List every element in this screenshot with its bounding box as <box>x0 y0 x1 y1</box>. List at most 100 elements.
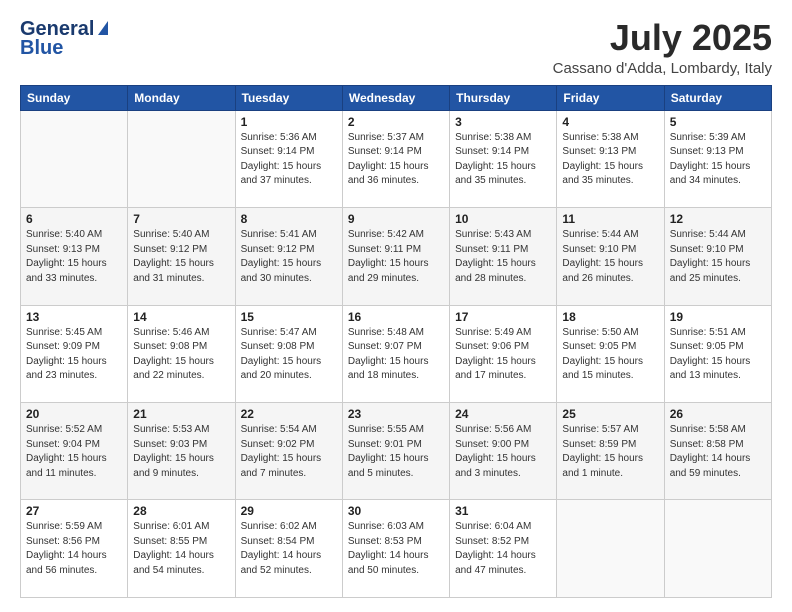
cell-content: Sunrise: 5:59 AM Sunset: 8:56 PM Dayligh… <box>26 520 122 578</box>
cell-content: Sunrise: 5:38 AM Sunset: 9:13 PM Dayligh… <box>562 131 658 189</box>
day-number: 26 <box>670 407 766 421</box>
weekday-header-monday: Monday <box>128 85 235 110</box>
day-number: 12 <box>670 212 766 226</box>
calendar-cell: 21Sunrise: 5:53 AM Sunset: 9:03 PM Dayli… <box>128 403 235 500</box>
calendar-cell: 18 Sunrise: 5:50 AM Sunset: 9:05 PM Dayli… <box>557 305 664 402</box>
day-number: 25 <box>562 407 658 421</box>
calendar-cell: 14 Sunrise: 5:46 AM Sunset: 9:08 PM Dayli… <box>128 305 235 402</box>
cell-content: Sunrise: 5:50 AM Sunset: 9:05 PM Dayligh… <box>562 326 658 384</box>
day-number: 22 <box>241 407 337 421</box>
day-number: 6 <box>26 212 122 226</box>
calendar-cell: 17 Sunrise: 5:49 AM Sunset: 9:06 PM Dayli… <box>450 305 557 402</box>
day-number: 24 <box>455 407 551 421</box>
cell-content: Sunrise: 5:56 AM Sunset: 9:00 PM Dayligh… <box>455 423 551 481</box>
calendar-cell: 10 Sunrise: 5:43 AM Sunset: 9:11 PM Dayli… <box>450 208 557 305</box>
week-row-1: 6 Sunrise: 5:40 AM Sunset: 9:13 PM Daylig… <box>21 208 772 305</box>
cell-content: Sunrise: 5:54 AM Sunset: 9:02 PM Dayligh… <box>241 423 337 481</box>
day-number: 28 <box>133 504 229 518</box>
calendar-cell: 7Sunrise: 5:40 AM Sunset: 9:12 PM Daylig… <box>128 208 235 305</box>
cell-content: Sunrise: 5:58 AM Sunset: 8:58 PM Dayligh… <box>670 423 766 481</box>
cell-content: Sunrise: 5:45 AM Sunset: 9:09 PM Dayligh… <box>26 326 122 384</box>
weekday-header-friday: Friday <box>557 85 664 110</box>
cell-content: Sunrise: 5:47 AM Sunset: 9:08 PM Dayligh… <box>241 326 337 384</box>
calendar-cell: 15 Sunrise: 5:47 AM Sunset: 9:08 PM Dayli… <box>235 305 342 402</box>
day-number: 14 <box>133 310 229 324</box>
weekday-header-tuesday: Tuesday <box>235 85 342 110</box>
calendar-cell: 22 Sunrise: 5:54 AM Sunset: 9:02 PM Dayli… <box>235 403 342 500</box>
weekday-header-row: SundayMondayTuesdayWednesdayThursdayFrid… <box>21 85 772 110</box>
calendar-cell: 28 Sunrise: 6:01 AM Sunset: 8:55 PM Dayli… <box>128 500 235 598</box>
cell-content: Sunrise: 5:39 AM Sunset: 9:13 PM Dayligh… <box>670 131 766 189</box>
day-number: 3 <box>455 115 551 129</box>
cell-content: Sunrise: 5:48 AM Sunset: 9:07 PM Dayligh… <box>348 326 444 384</box>
calendar-cell: 24 Sunrise: 5:56 AM Sunset: 9:00 PM Dayli… <box>450 403 557 500</box>
calendar-cell: 23 Sunrise: 5:55 AM Sunset: 9:01 PM Dayli… <box>342 403 449 500</box>
week-row-3: 20Sunrise: 5:52 AM Sunset: 9:04 PM Dayli… <box>21 403 772 500</box>
day-number: 18 <box>562 310 658 324</box>
calendar-cell: 6 Sunrise: 5:40 AM Sunset: 9:13 PM Daylig… <box>21 208 128 305</box>
calendar-cell: 16Sunrise: 5:48 AM Sunset: 9:07 PM Dayli… <box>342 305 449 402</box>
calendar-cell: 8Sunrise: 5:41 AM Sunset: 9:12 PM Daylig… <box>235 208 342 305</box>
day-number: 8 <box>241 212 337 226</box>
day-number: 21 <box>133 407 229 421</box>
calendar-header: SundayMondayTuesdayWednesdayThursdayFrid… <box>21 85 772 110</box>
cell-content: Sunrise: 5:36 AM Sunset: 9:14 PM Dayligh… <box>241 131 337 189</box>
calendar-cell: 30 Sunrise: 6:03 AM Sunset: 8:53 PM Dayli… <box>342 500 449 598</box>
cell-content: Sunrise: 5:49 AM Sunset: 9:06 PM Dayligh… <box>455 326 551 384</box>
location: Cassano d'Adda, Lombardy, Italy <box>553 60 772 77</box>
calendar-table: SundayMondayTuesdayWednesdayThursdayFrid… <box>20 85 772 598</box>
weekday-header-thursday: Thursday <box>450 85 557 110</box>
week-row-2: 13 Sunrise: 5:45 AM Sunset: 9:09 PM Dayli… <box>21 305 772 402</box>
calendar-cell: 25 Sunrise: 5:57 AM Sunset: 8:59 PM Dayli… <box>557 403 664 500</box>
cell-content: Sunrise: 5:42 AM Sunset: 9:11 PM Dayligh… <box>348 228 444 286</box>
day-number: 4 <box>562 115 658 129</box>
header: General Blue July 2025 Cassano d'Adda, L… <box>20 18 772 77</box>
calendar-cell <box>664 500 771 598</box>
day-number: 19 <box>670 310 766 324</box>
calendar-body: 1 Sunrise: 5:36 AM Sunset: 9:14 PM Daylig… <box>21 110 772 597</box>
day-number: 1 <box>241 115 337 129</box>
calendar-cell: 11 Sunrise: 5:44 AM Sunset: 9:10 PM Dayli… <box>557 208 664 305</box>
week-row-0: 1 Sunrise: 5:36 AM Sunset: 9:14 PM Daylig… <box>21 110 772 207</box>
week-row-4: 27 Sunrise: 5:59 AM Sunset: 8:56 PM Dayli… <box>21 500 772 598</box>
calendar-cell: 1 Sunrise: 5:36 AM Sunset: 9:14 PM Daylig… <box>235 110 342 207</box>
cell-content: Sunrise: 5:38 AM Sunset: 9:14 PM Dayligh… <box>455 131 551 189</box>
calendar-cell <box>128 110 235 207</box>
cell-content: Sunrise: 6:04 AM Sunset: 8:52 PM Dayligh… <box>455 520 551 578</box>
day-number: 31 <box>455 504 551 518</box>
cell-content: Sunrise: 5:46 AM Sunset: 9:08 PM Dayligh… <box>133 326 229 384</box>
calendar-cell: 31 Sunrise: 6:04 AM Sunset: 8:52 PM Dayli… <box>450 500 557 598</box>
cell-content: Sunrise: 5:57 AM Sunset: 8:59 PM Dayligh… <box>562 423 658 481</box>
cell-content: Sunrise: 5:43 AM Sunset: 9:11 PM Dayligh… <box>455 228 551 286</box>
calendar-cell: 3 Sunrise: 5:38 AM Sunset: 9:14 PM Daylig… <box>450 110 557 207</box>
cell-content: Sunrise: 6:02 AM Sunset: 8:54 PM Dayligh… <box>241 520 337 578</box>
page: General Blue July 2025 Cassano d'Adda, L… <box>0 0 792 612</box>
calendar-cell: 29Sunrise: 6:02 AM Sunset: 8:54 PM Dayli… <box>235 500 342 598</box>
cell-content: Sunrise: 5:44 AM Sunset: 9:10 PM Dayligh… <box>562 228 658 286</box>
calendar-cell <box>557 500 664 598</box>
cell-content: Sunrise: 5:55 AM Sunset: 9:01 PM Dayligh… <box>348 423 444 481</box>
cell-content: Sunrise: 5:52 AM Sunset: 9:04 PM Dayligh… <box>26 423 122 481</box>
day-number: 11 <box>562 212 658 226</box>
weekday-header-wednesday: Wednesday <box>342 85 449 110</box>
day-number: 10 <box>455 212 551 226</box>
weekday-header-saturday: Saturday <box>664 85 771 110</box>
cell-content: Sunrise: 6:01 AM Sunset: 8:55 PM Dayligh… <box>133 520 229 578</box>
cell-content: Sunrise: 5:37 AM Sunset: 9:14 PM Dayligh… <box>348 131 444 189</box>
calendar-cell: 20Sunrise: 5:52 AM Sunset: 9:04 PM Dayli… <box>21 403 128 500</box>
day-number: 15 <box>241 310 337 324</box>
cell-content: Sunrise: 5:40 AM Sunset: 9:13 PM Dayligh… <box>26 228 122 286</box>
day-number: 2 <box>348 115 444 129</box>
day-number: 5 <box>670 115 766 129</box>
calendar-cell: 12Sunrise: 5:44 AM Sunset: 9:10 PM Dayli… <box>664 208 771 305</box>
calendar-cell: 26 Sunrise: 5:58 AM Sunset: 8:58 PM Dayli… <box>664 403 771 500</box>
weekday-header-sunday: Sunday <box>21 85 128 110</box>
day-number: 13 <box>26 310 122 324</box>
day-number: 30 <box>348 504 444 518</box>
calendar-cell: 9Sunrise: 5:42 AM Sunset: 9:11 PM Daylig… <box>342 208 449 305</box>
day-number: 23 <box>348 407 444 421</box>
day-number: 17 <box>455 310 551 324</box>
day-number: 27 <box>26 504 122 518</box>
calendar-cell <box>21 110 128 207</box>
cell-content: Sunrise: 6:03 AM Sunset: 8:53 PM Dayligh… <box>348 520 444 578</box>
